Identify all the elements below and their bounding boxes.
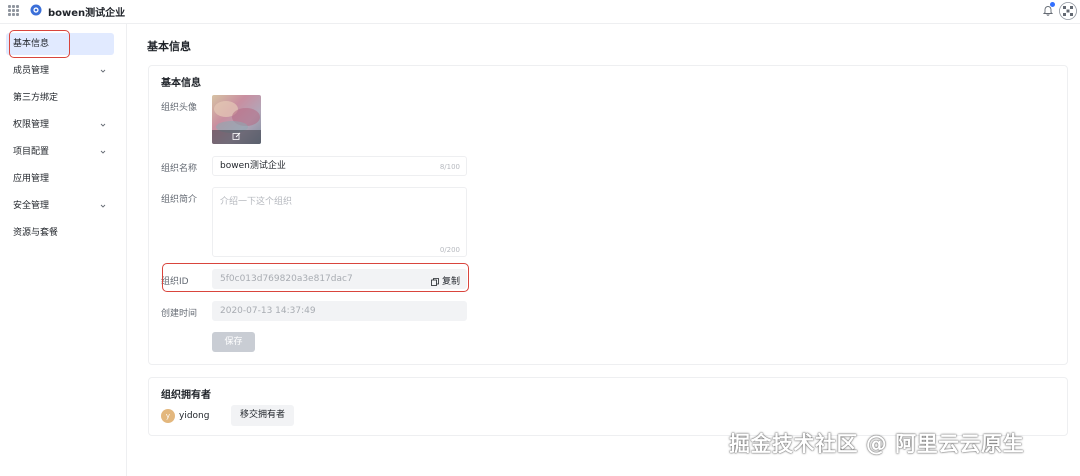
top-bar: bowen测试企业 <box>0 0 1080 24</box>
watermark-text: 掘金技术社区 @ 阿里云云原生 <box>729 432 1025 456</box>
edit-icon <box>232 132 241 140</box>
chevron-down-icon <box>100 150 106 154</box>
org-name-input[interactable]: bowen测试企业 8/100 <box>212 156 467 176</box>
basic-info-card: 基本信息 组织头像 组织名称 bowen测试企业 8/100 组织简介 介绍一下… <box>148 65 1068 365</box>
save-button[interactable]: 保存 <box>212 332 255 352</box>
sidebar-item-apps[interactable]: 应用管理 <box>6 168 114 190</box>
chevron-down-icon <box>100 123 106 127</box>
sidebar-item-label: 资源与套餐 <box>13 228 59 238</box>
user-avatar-icon[interactable] <box>1059 2 1077 20</box>
chevron-down-icon <box>100 204 106 208</box>
sidebar-item-security[interactable]: 安全管理 <box>6 195 114 217</box>
sidebar-item-third-party[interactable]: 第三方绑定 <box>6 87 114 109</box>
sidebar-item-resources[interactable]: 资源与套餐 <box>6 222 114 244</box>
created-time-value: 2020-07-13 14:37:49 <box>220 306 316 316</box>
sidebar-item-label: 权限管理 <box>13 120 50 130</box>
chevron-down-icon <box>100 69 106 73</box>
avatar-edit-overlay[interactable] <box>212 130 261 144</box>
page-title: 基本信息 <box>147 40 191 53</box>
sidebar-item-label: 安全管理 <box>13 201 50 211</box>
company-name[interactable]: bowen测试企业 <box>48 4 125 19</box>
sidebar-item-label: 成员管理 <box>13 66 50 76</box>
sidebar-item-members[interactable]: 成员管理 <box>6 60 114 82</box>
highlight-box-nav <box>9 30 70 58</box>
sidebar-item-permissions[interactable]: 权限管理 <box>6 114 114 136</box>
card-title: 组织拥有者 <box>161 390 211 401</box>
transfer-owner-button[interactable]: 移交拥有者 <box>231 405 294 426</box>
sidebar: 基本信息 成员管理 第三方绑定 权限管理 项目配置 应用管理 安全管理 资源与套… <box>0 24 127 476</box>
intro-placeholder: 介绍一下这个组织 <box>220 197 293 207</box>
intro-label: 组织简介 <box>161 195 198 205</box>
avatar-label: 组织头像 <box>161 103 198 113</box>
sidebar-item-label: 项目配置 <box>13 147 50 157</box>
sidebar-item-label: 应用管理 <box>13 174 50 184</box>
card-title: 基本信息 <box>161 78 201 89</box>
notification-dot <box>1050 2 1055 7</box>
org-name-value: bowen测试企业 <box>220 161 286 171</box>
intro-char-counter: 0/200 <box>439 246 460 254</box>
name-label: 组织名称 <box>161 164 198 174</box>
name-char-counter: 8/100 <box>439 163 460 171</box>
apps-grid-icon[interactable] <box>8 5 19 16</box>
company-logo-icon <box>30 4 42 16</box>
owner-name: yidong <box>179 411 210 421</box>
created-label: 创建时间 <box>161 309 198 319</box>
highlight-box-org-id <box>162 263 469 292</box>
created-time-field: 2020-07-13 14:37:49 <box>212 301 467 321</box>
org-avatar-image[interactable] <box>212 95 261 144</box>
org-intro-textarea[interactable]: 介绍一下这个组织 0/200 <box>212 187 467 257</box>
sidebar-item-label: 第三方绑定 <box>13 93 59 103</box>
sidebar-item-projects[interactable]: 项目配置 <box>6 141 114 163</box>
owner-avatar: y <box>161 409 175 423</box>
